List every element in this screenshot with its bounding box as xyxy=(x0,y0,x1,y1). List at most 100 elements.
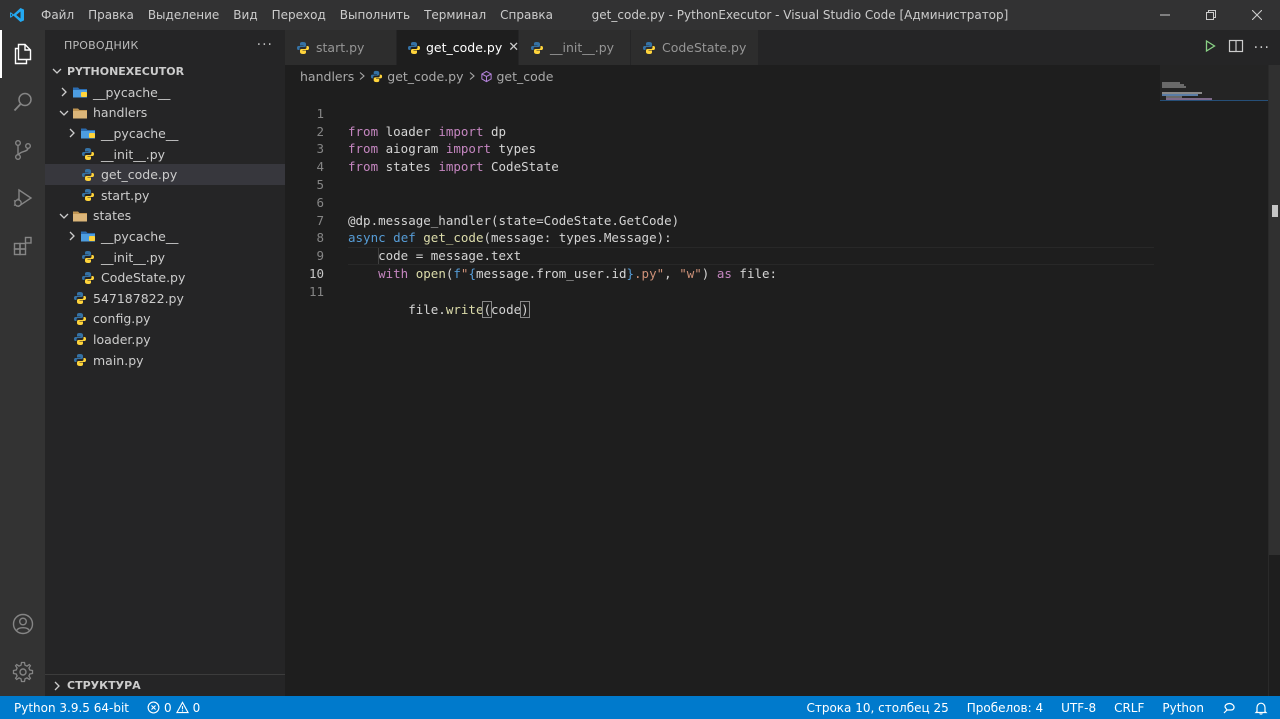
close-window-button[interactable] xyxy=(1234,0,1280,30)
pycache-folder-icon xyxy=(80,228,96,244)
tab-codestate-py[interactable]: CodeState.py xyxy=(631,30,759,65)
file-547187822-py[interactable]: 547187822.py xyxy=(45,288,285,309)
source-control-button[interactable] xyxy=(0,126,45,174)
file-init-py[interactable]: __init__.py xyxy=(45,144,285,165)
tree-item-label: handlers xyxy=(93,105,148,121)
explorer-button[interactable] xyxy=(0,30,45,78)
folder-pycache[interactable]: __pycache__ xyxy=(45,226,285,247)
menu-run[interactable]: Выполнить xyxy=(333,0,417,30)
code-line-7: 7 async def get_code(message: types.Mess… xyxy=(285,194,1160,246)
file-codestate-py[interactable]: CodeState.py xyxy=(45,267,285,288)
tab-start-py[interactable]: start.py xyxy=(285,30,397,65)
project-name: PYTHONEXECUTOR xyxy=(67,64,185,78)
tree-item-label: __init__.py xyxy=(101,249,166,265)
feedback-icon xyxy=(1223,702,1235,713)
minimize-icon xyxy=(1160,14,1170,16)
manage-button[interactable] xyxy=(0,648,45,696)
pycache-folder-icon xyxy=(80,125,96,141)
outline-title: СТРУКТУРА xyxy=(67,679,141,692)
vscode-logo-icon xyxy=(0,0,34,30)
run-file-button[interactable] xyxy=(1202,38,1218,57)
chevron-right-icon xyxy=(64,228,80,244)
pycache-folder-icon xyxy=(72,84,88,100)
code-text: file.write(code) xyxy=(348,300,530,318)
python-file-icon xyxy=(80,146,96,162)
folder-states[interactable]: states xyxy=(45,206,285,227)
breadcrumb-file[interactable]: get_code.py xyxy=(387,69,463,84)
python-file-icon xyxy=(641,40,657,56)
folder-handlers[interactable]: handlers xyxy=(45,103,285,124)
run-debug-button[interactable] xyxy=(0,174,45,222)
problems-indicator[interactable]: 0 0 xyxy=(138,696,209,719)
breadcrumb-folder[interactable]: handlers xyxy=(300,69,354,84)
tab-get-code-py[interactable]: get_code.py ✕ xyxy=(397,30,519,65)
breadcrumb-symbol[interactable]: get_code xyxy=(497,69,554,84)
tree-item-label: CodeState.py xyxy=(101,270,186,286)
extensions-icon xyxy=(13,236,32,256)
tab-label: start.py xyxy=(316,40,365,55)
tab-close-button[interactable]: ✕ xyxy=(508,40,519,56)
file-config-py[interactable]: config.py xyxy=(45,309,285,330)
python-file-icon xyxy=(80,167,96,183)
encoding[interactable]: UTF-8 xyxy=(1052,696,1105,719)
python-file-icon xyxy=(72,290,88,306)
code-line-5: 5 xyxy=(285,158,1160,192)
menu-selection[interactable]: Выделение xyxy=(141,0,226,30)
scrollbar-thumb[interactable] xyxy=(1269,65,1280,555)
window-controls xyxy=(1142,0,1280,30)
accounts-button[interactable] xyxy=(0,600,45,648)
menu-view[interactable]: Вид xyxy=(226,0,264,30)
code-line-9: 9 with open(f"{message.from_user.id}.py"… xyxy=(285,229,1160,281)
split-editor-button[interactable] xyxy=(1228,38,1244,57)
extensions-button[interactable] xyxy=(0,222,45,270)
tab-label: CodeState.py xyxy=(662,40,747,55)
tab-init-py[interactable]: __init__.py xyxy=(519,30,631,65)
restore-button[interactable] xyxy=(1188,0,1234,30)
project-section-header[interactable]: PYTHONEXECUTOR xyxy=(45,60,285,82)
file-get-code-py[interactable]: get_code.py xyxy=(45,164,285,185)
cursor-position[interactable]: Строка 10, столбец 25 xyxy=(797,696,957,719)
search-button[interactable] xyxy=(0,78,45,126)
code-line-1: 1 from loader import dp xyxy=(285,87,1160,139)
more-actions-editor-button[interactable]: ··· xyxy=(1254,40,1270,56)
python-file-icon xyxy=(370,70,383,83)
warning-count: 0 xyxy=(192,700,201,715)
vertical-scrollbar[interactable] xyxy=(1268,65,1280,696)
folder-icon xyxy=(72,105,88,121)
chevron-right-icon xyxy=(469,72,475,80)
menu-edit[interactable]: Правка xyxy=(81,0,141,30)
menu-help[interactable]: Справка xyxy=(493,0,560,30)
folder-pycache[interactable]: __pycache__ xyxy=(45,82,285,103)
file-loader-py[interactable]: loader.py xyxy=(45,329,285,350)
menu-file[interactable]: Файл xyxy=(34,0,81,30)
minimize-button[interactable] xyxy=(1142,0,1188,30)
cursor-position-marker xyxy=(1272,205,1278,217)
feedback-button[interactable] xyxy=(1213,696,1245,719)
outline-section-header[interactable]: СТРУКТУРА xyxy=(45,674,285,696)
code-line-8: 8 code = message.text xyxy=(285,212,1160,263)
file-main-py[interactable]: main.py xyxy=(45,350,285,371)
python-file-icon xyxy=(72,311,88,327)
file-init-py[interactable]: __init__.py xyxy=(45,247,285,268)
close-icon xyxy=(1252,10,1262,20)
python-interpreter[interactable]: Python 3.9.5 64-bit xyxy=(0,696,138,719)
file-start-py[interactable]: start.py xyxy=(45,185,285,206)
more-actions-button[interactable]: ··· xyxy=(257,37,273,53)
code-editor[interactable]: 1 from loader import dp 2 from aiogram i… xyxy=(285,87,1160,696)
file-tree: __pycache__ handlers __pycache__ __init__.p… xyxy=(45,82,285,370)
tab-label: get_code.py xyxy=(426,40,503,55)
explorer-header: ПРОВОДНИК ··· xyxy=(45,30,285,60)
folder-pycache[interactable]: __pycache__ xyxy=(45,123,285,144)
minimap[interactable] xyxy=(1160,65,1268,696)
python-file-icon xyxy=(80,270,96,286)
notifications-button[interactable] xyxy=(1245,696,1280,719)
python-file-icon xyxy=(295,40,311,56)
end-of-line[interactable]: CRLF xyxy=(1105,696,1153,719)
language-mode[interactable]: Python xyxy=(1153,696,1213,719)
error-count: 0 xyxy=(164,700,172,715)
python-file-icon xyxy=(80,187,96,203)
chevron-right-icon xyxy=(56,84,72,100)
indentation[interactable]: Пробелов: 4 xyxy=(958,696,1052,719)
menu-terminal[interactable]: Терминал xyxy=(417,0,493,30)
menu-go[interactable]: Переход xyxy=(265,0,333,30)
